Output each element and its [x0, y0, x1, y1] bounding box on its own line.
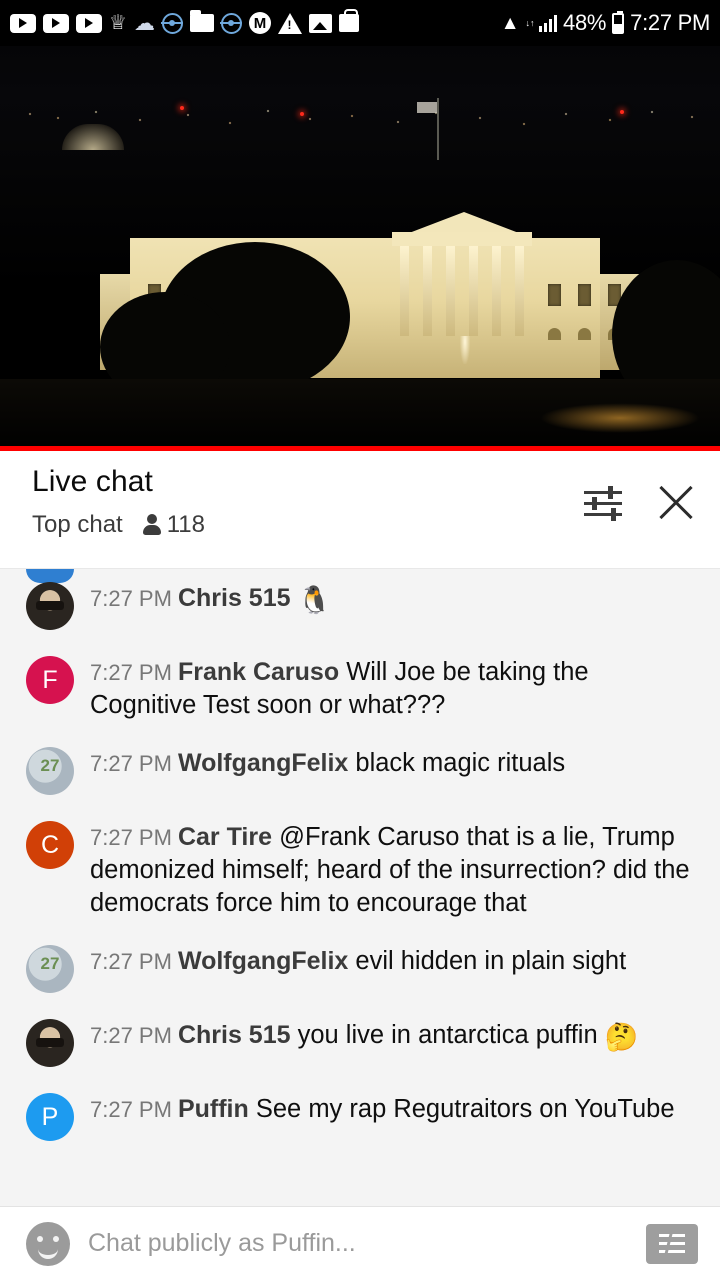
chat-message-body: 7:27 PM WolfgangFelix black magic rituals: [90, 747, 696, 780]
avatar[interactable]: C: [26, 821, 74, 870]
chat-message-body: 7:27 PM Chris 515 you live in antarctica …: [90, 1019, 696, 1055]
live-chat-titles: Live chat Top chat 118: [32, 465, 205, 539]
entrance-lamp: [460, 336, 470, 364]
message-author[interactable]: Frank Caruso: [178, 658, 339, 686]
smiley-icon[interactable]: [26, 1221, 70, 1266]
message-timestamp: 7:27 PM: [90, 949, 172, 975]
chat-mode-label[interactable]: Top chat: [32, 511, 123, 539]
status-bar-clock: 7:27 PM: [630, 10, 710, 35]
chat-message-body: 7:27 PM Puffin See my rap Regutraitors on…: [90, 1093, 696, 1126]
chat-message-body: 7:27 PM Chris 515 🐧: [90, 582, 696, 618]
chat-message-body: 7:27 PM Car Tire @Frank Caruso that is a …: [90, 821, 696, 919]
chat-settings-sliders-icon[interactable]: [584, 486, 622, 521]
message-timestamp: 7:27 PM: [90, 660, 172, 685]
pokeball-icon: [161, 12, 184, 34]
chat-message[interactable]: C 7:27 PM Car Tire @Frank Caruso that is a…: [0, 808, 720, 932]
warning-icon: [277, 12, 302, 34]
avatar[interactable]: [26, 1019, 74, 1068]
message-timestamp: 7:27 PM: [90, 1097, 172, 1123]
avatar[interactable]: [26, 945, 74, 994]
message-author[interactable]: Chris 515: [178, 1021, 291, 1049]
message-author[interactable]: WolfgangFelix: [178, 749, 348, 777]
flag: [417, 102, 437, 113]
message-text: See my rap Regutraitors on YouTube: [255, 1095, 675, 1124]
super-chat-icon[interactable]: [646, 1223, 698, 1264]
red-beacon-light: [620, 110, 624, 114]
close-icon[interactable]: [656, 483, 696, 523]
photo-icon: [308, 13, 332, 33]
video-progress-bar[interactable]: [0, 446, 720, 451]
portico-entablature: [392, 232, 532, 246]
message-author[interactable]: Car Tire: [178, 823, 272, 851]
chat-subheader: Top chat 118: [32, 511, 205, 539]
pokeball-icon: [220, 12, 243, 34]
red-beacon-light: [180, 106, 184, 110]
status-bar: ♕ ☁ M ▲ ↓↑ 48% 7:27 PM: [0, 0, 720, 46]
youtube-icon: [10, 13, 36, 33]
message-timestamp: 7:27 PM: [90, 1023, 172, 1049]
chat-message[interactable]: 7:27 PM Chris 515 you live in antarctica …: [0, 1006, 720, 1080]
message-author[interactable]: Puffin: [178, 1095, 249, 1123]
battery-percent-label: 48%: [563, 10, 607, 35]
message-author[interactable]: WolfgangFelix: [178, 947, 348, 975]
viewer-count: 118: [166, 511, 205, 538]
youtube-icon: [76, 13, 102, 33]
live-chat-header: Live chat Top chat 118: [0, 451, 720, 569]
message-text: black magic rituals: [355, 749, 566, 778]
message-emoji: 🤔: [604, 1022, 639, 1053]
signal-bars-icon: [538, 14, 558, 32]
cloud-icon: ☁: [133, 11, 155, 35]
message-timestamp: 7:27 PM: [90, 751, 172, 777]
chat-message[interactable]: 7:27 PMWolfgangFelix black magic rituals: [0, 734, 720, 808]
messages-container: 7:27 PM Chris 515 🐧 F 7:27 PM Frank Caruso W…: [0, 569, 720, 1154]
video-player[interactable]: [0, 46, 720, 451]
partial-avatar-above: [26, 569, 74, 583]
chat-message[interactable]: F 7:27 PM Frank Caruso Will Joe be taking …: [0, 643, 720, 734]
chat-message[interactable]: P 7:27 PM Puffin See my rap Regutraitors o…: [0, 1080, 720, 1154]
avatar[interactable]: P: [26, 1093, 74, 1142]
message-text: evil hidden in plain sight: [355, 947, 627, 976]
red-beacon-light: [300, 112, 304, 116]
battery-icon: [612, 10, 625, 34]
portico-columns: [400, 246, 524, 336]
avatar[interactable]: [26, 582, 74, 630]
status-bar-system-icons: ▲ ↓↑ 48% 7:27 PM: [500, 10, 711, 36]
message-author[interactable]: Chris 515: [178, 584, 291, 612]
circle-m-icon: M: [248, 12, 271, 34]
data-transfer-icon: ↓↑: [525, 18, 535, 28]
chat-message[interactable]: 7:27 PM Chris 515 🐧: [0, 569, 720, 643]
person-icon: [142, 514, 161, 536]
chat-message[interactable]: 7:27 PMWolfgangFelix evil hidden in plai…: [0, 932, 720, 1006]
chat-message-body: 7:27 PM Frank Caruso Will Joe be taking t…: [90, 656, 696, 721]
flagpole: [437, 98, 439, 160]
wifi-icon: ▲: [500, 12, 520, 34]
chat-composer: [0, 1206, 720, 1280]
status-bar-notification-icons: ♕ ☁ M: [10, 9, 501, 35]
chat-message-list[interactable]: 7:27 PM Chris 515 🐧 F 7:27 PM Frank Caruso W…: [0, 569, 720, 1206]
ground-light-glow: [540, 403, 700, 433]
page-title: Live chat: [32, 465, 153, 498]
avatar[interactable]: [26, 747, 74, 796]
chat-message-body: 7:27 PM WolfgangFelix evil hidden in plai…: [90, 945, 696, 978]
folder-icon: [189, 10, 214, 32]
live-chat-header-actions: [584, 465, 696, 523]
chat-input[interactable]: [88, 1229, 628, 1258]
message-timestamp: 7:27 PM: [90, 825, 172, 851]
message-timestamp: 7:27 PM: [90, 586, 172, 611]
bag-icon: [338, 9, 359, 32]
avatar[interactable]: F: [26, 656, 74, 704]
message-text: you live in antarctica puffin: [297, 1021, 598, 1050]
message-emoji: 🐧: [297, 585, 332, 615]
youtube-icon: [43, 13, 69, 33]
crown-icon: ♕: [109, 12, 127, 34]
